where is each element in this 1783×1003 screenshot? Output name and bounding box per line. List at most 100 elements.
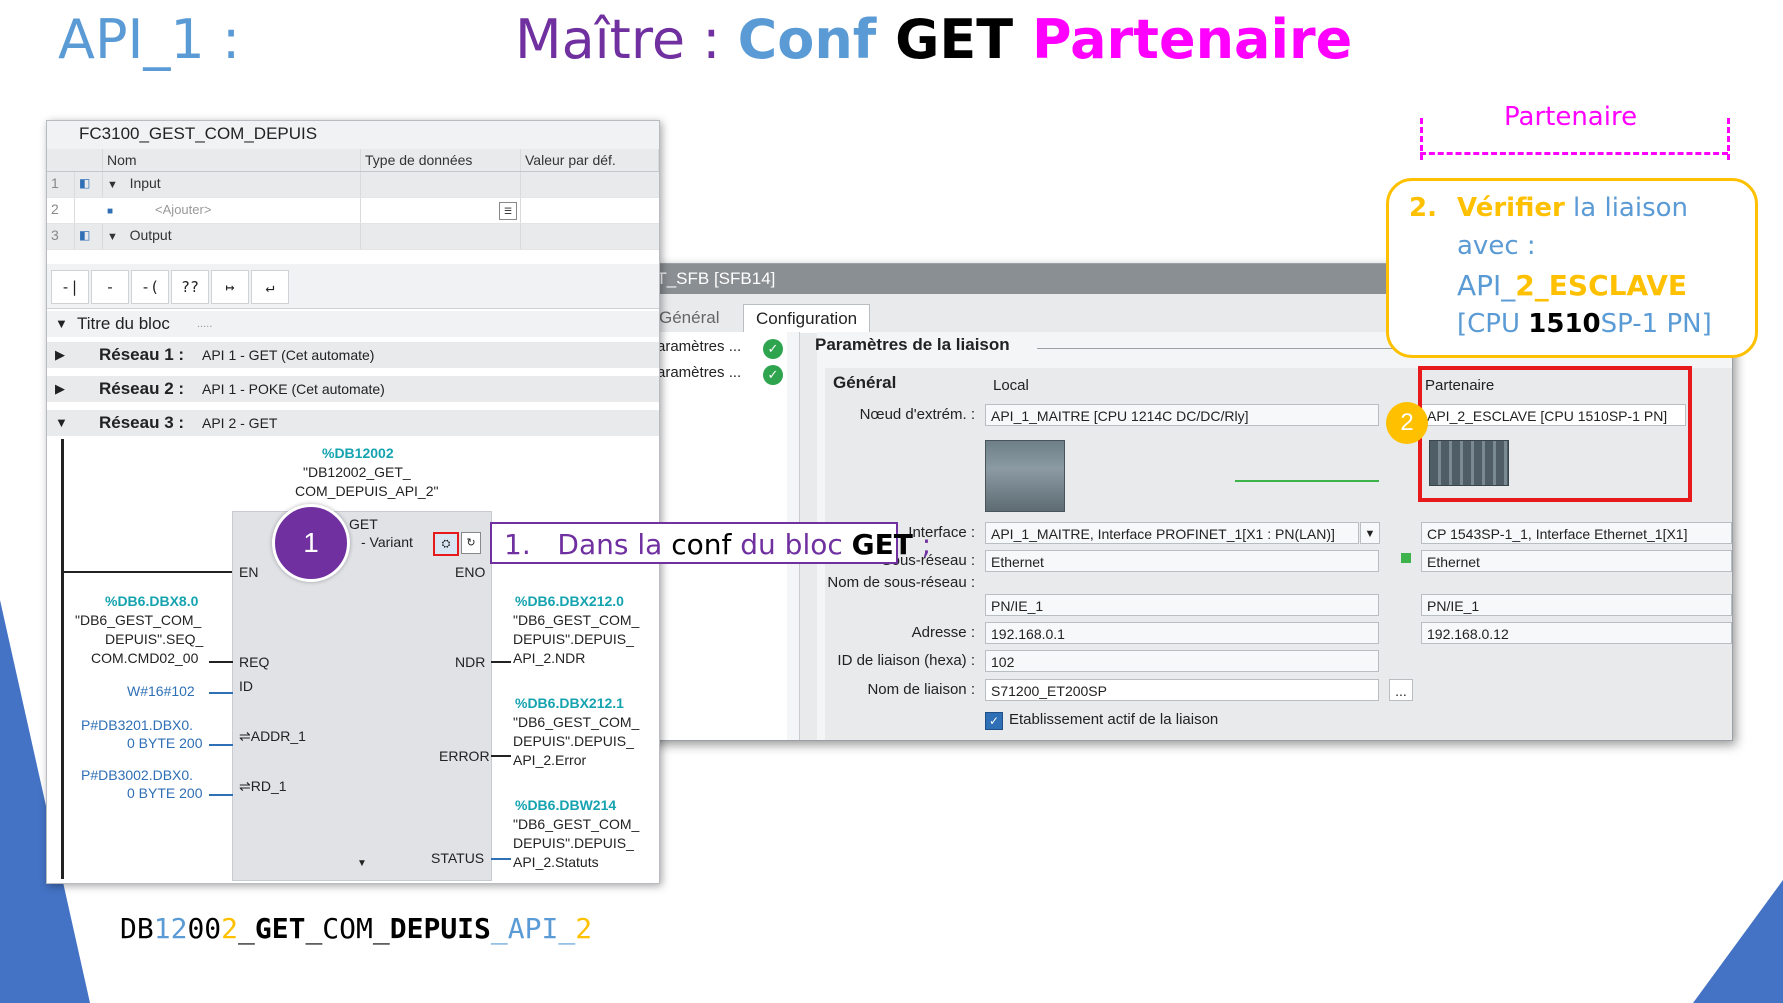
- step-badge-2: 2: [1386, 402, 1428, 444]
- close-branch-button[interactable]: ↵: [251, 270, 289, 304]
- error-operand-l1: "DB6_GEST_COM_: [513, 714, 640, 730]
- callout-step-2: 2. Vérifier la liaison avec : API_2_ESCL…: [1386, 178, 1758, 358]
- instance-db-name-2: COM_DEPUIS_API_2": [295, 483, 439, 499]
- callout1-num: 1.: [504, 528, 531, 561]
- config-icon[interactable]: ⛭: [433, 532, 459, 556]
- no-contact-button[interactable]: -| |-: [51, 270, 89, 328]
- pin-req: REQ: [239, 654, 270, 670]
- block-title: FC3100_GEST_COM_DEPUIS: [79, 124, 318, 143]
- subsection-title: Général: [833, 373, 897, 392]
- callout1-t1: Dans la: [557, 528, 672, 561]
- caption-part: 00: [187, 912, 222, 945]
- partner-subnet-field[interactable]: Ethernet: [1421, 550, 1732, 572]
- callout2-num: 2.: [1409, 193, 1437, 223]
- add-placeholder[interactable]: <Ajouter>: [155, 202, 211, 217]
- caption-part: DEPUIS: [389, 912, 491, 945]
- expand-icon[interactable]: ▶: [55, 376, 65, 402]
- block-title-row[interactable]: ▼ Titre du bloc .....: [47, 311, 659, 337]
- callout2-line3: API_2_ESCLAVE: [1457, 269, 1687, 302]
- ndr-wire: [491, 661, 511, 663]
- nav-item-params-2[interactable]: Paramètres ...: [647, 364, 741, 381]
- local-address-field[interactable]: 192.168.0.1: [985, 622, 1379, 644]
- partenaire-dim-right: [1727, 118, 1730, 160]
- network-1-label: Réseau 1 :: [99, 345, 185, 364]
- coil-button[interactable]: -( )-: [131, 270, 169, 328]
- callout1-t2: conf: [671, 528, 732, 561]
- nav-item-params-1[interactable]: Paramètres ...: [647, 338, 741, 355]
- callout2-api-a: API_: [1457, 269, 1516, 302]
- rd-operand-l1: P#DB3002.DBX0.: [81, 767, 194, 783]
- ladder-toolbar: -| |- -|/|- -( )- ?? ↦ ↵: [47, 264, 659, 328]
- check-icon: ✓: [763, 365, 783, 385]
- conn-id-field[interactable]: 102: [985, 650, 1379, 672]
- callout2-link: la liaison: [1564, 193, 1689, 223]
- row-name-text: Output: [129, 227, 172, 243]
- get-function-block[interactable]: GET - Variant ⛭ ↻ EN ENO REQ ID ⇌ADDR_1 …: [232, 511, 492, 881]
- caption-part: 12: [153, 912, 188, 945]
- list-icon[interactable]: ☰: [499, 202, 517, 220]
- collapse-icon[interactable]: ▼: [55, 410, 68, 436]
- step-badge-1: 1: [272, 504, 350, 582]
- table-row[interactable]: 2 ■ <Ajouter> ☰: [47, 198, 659, 224]
- table-row[interactable]: 1 ◧ ▼ Input: [47, 172, 659, 198]
- expand-icon[interactable]: ▼: [107, 231, 118, 243]
- instance-db-name-1: "DB12002_GET_: [303, 464, 411, 480]
- error-operand-l3: API_2.Error: [513, 752, 587, 768]
- status-operand-l1: "DB6_GEST_COM_: [513, 816, 640, 832]
- partner-subnet-name-field[interactable]: PN/IE_1: [1421, 594, 1732, 616]
- status-operand-l3: API_2.Statuts: [513, 854, 599, 870]
- diagnostics-icon[interactable]: ↻: [461, 532, 481, 554]
- input-section-icon: ◧: [75, 172, 103, 197]
- instance-db-caption: DB12002_GET_COM_DEPUIS_API_2: [120, 912, 592, 945]
- tab-configuration[interactable]: Configuration: [743, 304, 871, 333]
- caption-part: 2: [221, 912, 239, 945]
- req-operand-l3: COM.CMD02_00: [91, 650, 199, 666]
- label-node: Nœud d'extrém. :: [859, 406, 975, 423]
- local-subnet-name-field[interactable]: PN/IE_1: [985, 594, 1379, 616]
- expand-icon[interactable]: ▶: [55, 342, 65, 368]
- label-subnet-name: Nom de sous-réseau :: [827, 574, 975, 591]
- ndr-operand-l3: API_2.NDR: [513, 650, 586, 666]
- collapse-icon[interactable]: ▼: [55, 311, 68, 337]
- pin-status: STATUS: [431, 850, 485, 866]
- req-operand-l2: DEPUIS".SEQ_: [105, 631, 204, 647]
- expand-icon[interactable]: ▼: [107, 179, 118, 191]
- ndr-operand-l2: DEPUIS".DEPUIS_: [513, 631, 634, 647]
- interface-dropdown-icon[interactable]: ▼: [1360, 522, 1380, 544]
- browse-button[interactable]: ...: [1389, 679, 1413, 701]
- partenaire-dim-left: [1420, 118, 1423, 160]
- conn-name-field[interactable]: S71200_ET200SP: [985, 679, 1379, 701]
- partner-interface-field[interactable]: CP 1543SP-1_1, Interface Ethernet_1[X1]: [1421, 522, 1732, 544]
- power-rail: [61, 439, 64, 879]
- expand-pins-icon[interactable]: ▼: [357, 858, 367, 869]
- empty-box-button[interactable]: ??: [171, 270, 209, 304]
- pin-rd: ⇌RD_1: [239, 778, 287, 794]
- fb-variant: - Variant: [361, 534, 413, 550]
- error-operand-address: %DB6.DBX212.1: [515, 695, 624, 711]
- instance-db-address: %DB12002: [322, 445, 394, 461]
- partner-highlight-box: [1418, 366, 1692, 502]
- active-connection-checkbox[interactable]: ✓: [985, 712, 1003, 730]
- callout2-api-b: 2: [1515, 269, 1535, 302]
- rd-operand-l2: 0 BYTE 200: [127, 785, 203, 801]
- row-num: 2: [47, 198, 75, 223]
- ndr-operand-l1: "DB6_GEST_COM_: [513, 612, 640, 628]
- req-wire: [209, 661, 233, 663]
- local-interface-select[interactable]: API_1_MAITRE, Interface PROFINET_1[X1 : …: [985, 522, 1359, 544]
- col-type: Type de données: [361, 149, 521, 171]
- bullet-icon: ■: [107, 206, 114, 217]
- label-address: Adresse :: [911, 624, 975, 641]
- partner-address-field[interactable]: 192.168.0.12: [1421, 622, 1732, 644]
- network-2-comment: API 1 - POKE (Cet automate): [202, 381, 385, 397]
- nc-contact-button[interactable]: -|/|-: [91, 270, 129, 328]
- en-wire: [63, 571, 233, 573]
- open-branch-button[interactable]: ↦: [211, 270, 249, 304]
- table-row[interactable]: 3 ◧ ▼ Output: [47, 224, 659, 250]
- callout1-t5: ;: [912, 528, 932, 561]
- network-2[interactable]: ▶ Réseau 2 : API 1 - POKE (Cet automate): [47, 376, 659, 402]
- network-3[interactable]: ▼ Réseau 3 : API 2 - GET: [47, 410, 659, 436]
- local-node-field[interactable]: API_1_MAITRE [CPU 1214C DC/DC/Rly]: [985, 404, 1379, 426]
- local-subnet-field[interactable]: Ethernet: [985, 550, 1379, 572]
- network-1[interactable]: ▶ Réseau 1 : API 1 - GET (Cet automate): [47, 342, 659, 368]
- callout2-line1: Vérifier la liaison: [1457, 193, 1688, 223]
